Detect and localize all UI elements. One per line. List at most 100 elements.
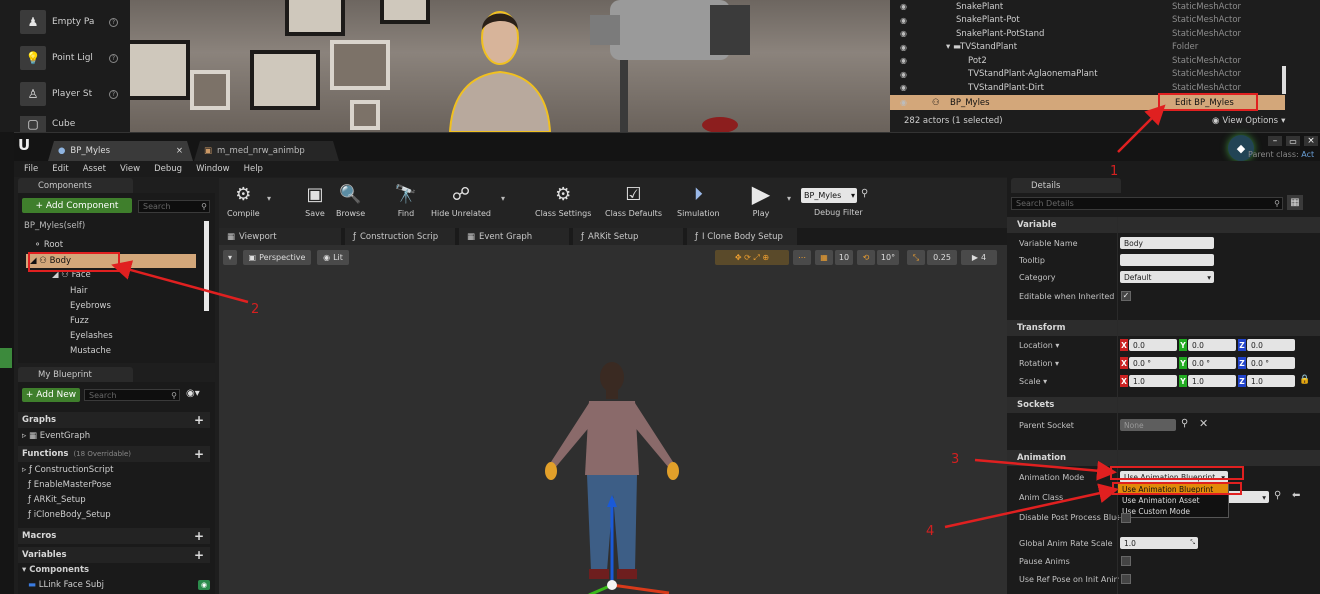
component-body[interactable]: ◢ ⚇ Body [30,256,71,266]
scale-y-input[interactable]: 1.0 [1188,375,1236,387]
category-select[interactable]: Default ▾ [1120,271,1214,283]
function-item[interactable]: ƒ EnableMasterPose [28,480,111,490]
place-item-point-light[interactable]: 💡 Point Ligl ? [20,44,118,72]
location-x-input[interactable]: 0.0 [1129,339,1177,351]
component-eyebrows[interactable]: Eyebrows [70,301,111,311]
place-item-empty-pawn[interactable]: ♟ Empty Pa ? [20,8,118,36]
animation-mode-select[interactable]: Use Animation Blueprint ▾ [1120,471,1228,483]
details-panel-tab[interactable]: Details [1011,178,1121,193]
blueprint-viewport[interactable]: ▾ ▣ Perspective ◉ Lit ✥ ⟳ ⤢ ⊕ ⋯ ▦ 10 ⟲ 10°… [219,245,1007,594]
close-window-button[interactable]: × [1304,136,1318,146]
component-fuzz[interactable]: Fuzz [70,316,89,326]
maximize-button[interactable]: ▭ [1286,136,1300,146]
tab-arkit-setup[interactable]: ƒ ARKit Setup [573,228,683,245]
option-use-animation-asset[interactable]: Use Animation Asset [1118,495,1228,506]
minimize-button[interactable]: – [1268,136,1282,146]
menu-help[interactable]: Help [244,164,263,174]
tab-event-graph[interactable]: ▦ Event Graph [459,228,569,245]
eye-icon[interactable]: ◉ [900,16,914,25]
close-icon[interactable]: × [176,146,183,156]
menu-view[interactable]: View [120,164,140,174]
menu-debug[interactable]: Debug [154,164,182,174]
outliner-row[interactable]: ◉ SnakePlant-PotStand StaticMeshActor [890,27,1285,41]
anim-class-select[interactable]: ▾ [1227,491,1269,503]
help-icon[interactable]: ? [109,89,118,99]
browse-button[interactable]: 🔍 Browse [336,181,365,219]
pause-anims-checkbox[interactable] [1121,556,1131,566]
lit-button[interactable]: ◉ Lit [317,250,349,265]
option-use-custom-mode[interactable]: Use Custom Mode [1118,506,1228,517]
tooltip-input[interactable] [1120,254,1214,266]
tab-iclone-body-setup[interactable]: ƒ I Clone Body Setup [687,228,797,245]
my-blueprint-search-input[interactable]: Search ⚲ [84,389,180,401]
add-new-button[interactable]: + Add New [22,388,80,402]
use-selected-arrow-icon[interactable]: ⬅ [1292,490,1300,501]
parent-socket-input[interactable]: None [1120,419,1176,431]
tab-viewport[interactable]: ▦ Viewport [219,228,341,245]
perspective-button[interactable]: ▣ Perspective [243,250,311,265]
clear-socket-icon[interactable]: ✕ [1199,417,1208,430]
component-hair[interactable]: Hair [70,286,87,296]
function-item[interactable]: ƒ ARKit_Setup [28,495,86,505]
tab-construction-script[interactable]: ƒ Construction Scrip [345,228,455,245]
ref-pose-checkbox[interactable] [1121,574,1131,584]
hide-unrelated-button[interactable]: ☍ Hide Unrelated [431,181,491,219]
macros-section[interactable]: Macros + [18,528,210,544]
add-variable-icon[interactable]: + [194,548,204,562]
components-panel-tab[interactable]: Components [18,178,133,193]
my-blueprint-panel-tab[interactable]: My Blueprint [18,367,133,382]
component-eyelashes[interactable]: Eyelashes [70,331,113,341]
menu-asset[interactable]: Asset [83,164,106,174]
view-options-button[interactable]: ◉ View Options ▾ [1212,116,1285,126]
scale-snap-value[interactable]: 0.25 [927,250,957,265]
add-component-button[interactable]: + Add Component [22,198,132,213]
rotation-label[interactable]: Rotation ▾ [1019,359,1059,368]
components-search-input[interactable]: Search ⚲ [138,200,210,213]
graphs-section[interactable]: Graphs + [18,412,210,428]
rotation-z-input[interactable]: 0.0 ° [1247,357,1295,369]
location-label[interactable]: Location ▾ [1019,341,1059,350]
menu-edit[interactable]: Edit [52,164,68,174]
rotation-snap-icon[interactable]: ⟲ [857,250,875,265]
camera-speed-button[interactable]: ▶ 4 [961,250,997,265]
save-button[interactable]: ▣ Save [303,181,327,219]
function-item[interactable]: ▹ ƒ ConstructionScript [22,465,113,475]
location-z-input[interactable]: 0.0 [1247,339,1295,351]
variables-components-group[interactable]: ▾ Components [22,565,89,575]
eye-icon[interactable]: ◉ [900,29,914,38]
outliner-scrollbar[interactable] [1282,66,1286,94]
add-graph-icon[interactable]: + [194,413,204,427]
transform-tools-group[interactable]: ✥ ⟳ ⤢ ⊕ [715,250,789,265]
add-macro-icon[interactable]: + [194,529,204,543]
variable-section[interactable]: Variable [1007,217,1320,233]
outliner-row[interactable]: ◉ TVStandPlant-Dirt StaticMeshActor [890,81,1285,95]
debug-object-select[interactable]: BP_Myles ▾ [801,188,857,203]
scale-z-input[interactable]: 1.0 [1247,375,1295,387]
rotation-snap-value[interactable]: 10° [877,250,899,265]
class-settings-button[interactable]: ⚙ Class Settings [535,181,591,219]
global-anim-rate-input[interactable]: 1.0 ⤡ [1120,537,1198,549]
tab-animbp[interactable]: ▣ m_med_nrw_animbp [194,141,339,161]
rotation-y-input[interactable]: 0.0 ° [1188,357,1236,369]
find-button[interactable]: 🔭 Find [394,181,418,219]
outliner-row[interactable]: ◉ SnakePlant-Pot StaticMeshActor [890,14,1285,28]
scale-x-input[interactable]: 1.0 [1129,375,1177,387]
add-function-icon[interactable]: + [194,447,204,461]
outliner-row[interactable]: ◉ SnakePlant StaticMeshActor [890,0,1285,14]
scale-snap-icon[interactable]: ⤡ [907,250,925,265]
play-button[interactable]: ▶ Play [749,180,773,218]
rotation-x-input[interactable]: 0.0 ° [1129,357,1177,369]
eye-icon[interactable]: ◉ [900,98,914,107]
visibility-eye-icon[interactable]: ◉ [198,580,210,590]
place-item-cube[interactable]: ▢ Cube [20,116,118,132]
view-options-eye-icon[interactable]: ◉▾ [186,388,200,399]
outliner-folder-row[interactable]: ◉ ▾ ▬ TVStandPlant Folder [890,41,1285,55]
graph-item-eventgraph[interactable]: ▹ ▦ EventGraph [22,431,90,441]
eye-icon[interactable]: ◉ [900,83,914,92]
variable-item[interactable]: ▬ LLink Face Subj [28,580,104,590]
help-icon[interactable]: ? [109,53,118,63]
component-self[interactable]: BP_Myles(self) [24,221,85,231]
components-scrollbar[interactable] [204,221,209,311]
transform-section[interactable]: Transform [1007,320,1320,336]
eye-icon[interactable]: ◉ [900,56,914,65]
